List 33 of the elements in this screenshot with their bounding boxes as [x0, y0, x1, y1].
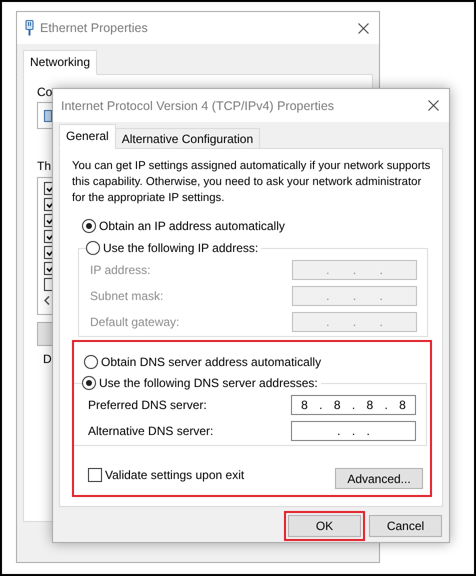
dialog-button[interactable]: OK: [288, 515, 361, 537]
adapter-icon: [44, 110, 52, 122]
group-label: D: [43, 352, 52, 366]
network-adapter-icon: [25, 20, 34, 36]
radio-option[interactable]: Obtain an IP address automatically: [82, 216, 288, 236]
window-title: Ethernet Properties: [40, 21, 149, 35]
items-label: Th: [37, 159, 52, 173]
radio-button[interactable]: [82, 376, 96, 390]
description-text: You can get IP settings assigned automatically if your network supports this capability. Otherwise, you need to ask your network administrator for the appropriate IP settings.: [72, 159, 432, 206]
field-label: Default gateway:: [90, 315, 180, 329]
radio-button[interactable]: [82, 219, 96, 233]
field-label: Preferred DNS server:: [88, 398, 207, 412]
scroll-left-icon[interactable]: [44, 296, 50, 305]
close-button[interactable]: [426, 98, 441, 113]
checkbox[interactable]: [88, 468, 102, 482]
radio-button[interactable]: [86, 241, 100, 255]
ip-address-field[interactable]: . . .: [291, 421, 416, 441]
advanced-button[interactable]: Advanced...: [335, 468, 423, 489]
tab[interactable]: Alternative Configuration: [114, 128, 260, 149]
field-label: IP address:: [90, 263, 150, 277]
close-icon: [358, 22, 369, 34]
field-label: Subnet mask:: [90, 289, 164, 303]
close-icon: [428, 100, 439, 111]
radio-button[interactable]: [84, 355, 98, 369]
dialog-title: Internet Protocol Version 4 (TCP/IPv4) Properties: [61, 98, 336, 112]
radio-option[interactable]: Obtain DNS server address automatically: [84, 352, 324, 372]
dialog-button[interactable]: Cancel: [369, 515, 442, 537]
tab[interactable]: Networking: [23, 50, 98, 75]
tab[interactable]: General: [59, 124, 116, 149]
field-label: Alternative DNS server:: [88, 424, 214, 438]
close-button[interactable]: [356, 20, 371, 36]
ip-address-field[interactable]: 8 . 8 . 8 . 8: [291, 395, 416, 415]
connect-label: Co: [37, 85, 52, 99]
